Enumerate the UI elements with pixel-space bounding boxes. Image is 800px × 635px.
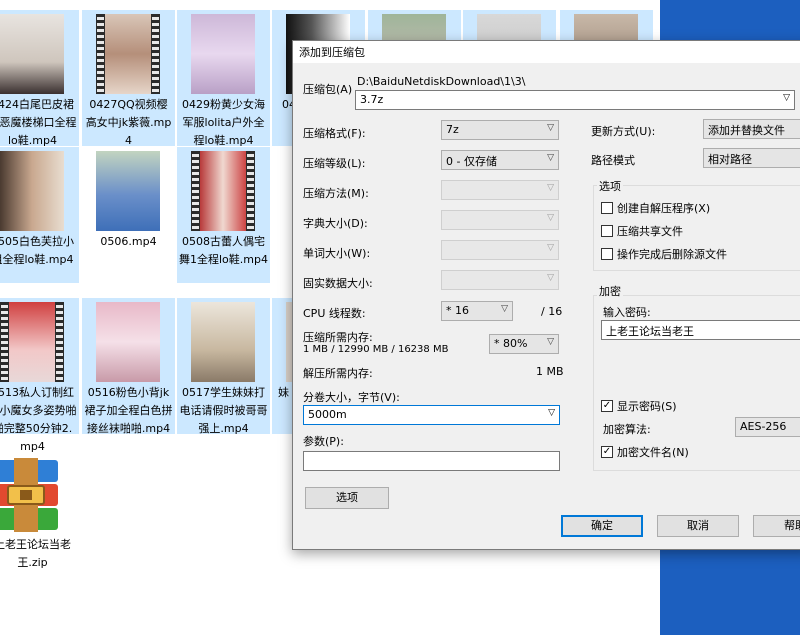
encryption-group-title: 加密 [597, 283, 623, 299]
word-label: 单词大小(W): [303, 247, 371, 260]
path-mode-select[interactable]: 相对路径 [703, 148, 800, 168]
cpu-select[interactable]: * 16 ▽ [441, 301, 513, 321]
file-item[interactable]: 0429粉黄少女海军服lolita户外全程lo鞋.mp4 [177, 10, 270, 147]
chevron-down-icon: ▽ [547, 153, 554, 163]
video-thumbnail [0, 151, 64, 231]
cpu-total: / 16 [541, 305, 563, 318]
options-button[interactable]: 选项 [305, 487, 389, 509]
chevron-down-icon: ▽ [547, 123, 554, 133]
file-item[interactable]: 0513私人订制红色小魔女多姿势啪啪完整50分钟2.mp4 [0, 298, 79, 453]
chevron-down-icon: ▽ [547, 273, 554, 283]
desktop: 0424白尾巴皮裙小恶魔楼梯口全程lo鞋.mp4 0427QQ视频樱高女中jk紫… [0, 0, 800, 635]
file-item[interactable]: 0516粉色小背jk裙子加全程白色拼接丝袜啪啪.mp4 [82, 298, 175, 435]
update-select[interactable]: 添加并替换文件 [703, 119, 800, 139]
checkbox-box [601, 225, 613, 237]
checkmark-icon: ✓ [601, 400, 613, 412]
password-label: 输入密码: [603, 306, 651, 319]
chevron-down-icon: ▽ [547, 213, 554, 223]
params-label: 参数(P): [303, 435, 344, 448]
video-thumbnail [0, 302, 64, 382]
enc-method-label: 加密算法: [603, 423, 651, 436]
checkbox-box [601, 248, 613, 260]
format-select[interactable]: 7z ▽ [441, 120, 559, 140]
chevron-down-icon: ▽ [547, 243, 554, 253]
archive-name-combo[interactable]: 3.7z ▽ [355, 90, 795, 110]
split-label: 分卷大小，字节(V): [303, 391, 400, 404]
level-select[interactable]: 0 - 仅存储 ▽ [441, 150, 559, 170]
solid-label: 固实数据大小: [303, 277, 373, 290]
mem-percent-select[interactable]: * 80% ▽ [489, 334, 559, 354]
chevron-down-icon: ▽ [548, 408, 555, 418]
method-select[interactable]: ▽ [441, 180, 559, 200]
dict-select[interactable]: ▽ [441, 210, 559, 230]
cancel-button[interactable]: 取消 [657, 515, 739, 537]
mem-label: 压缩所需内存: [303, 331, 373, 344]
chevron-down-icon: ▽ [501, 304, 508, 314]
enc-method-select[interactable]: AES-256 [735, 417, 800, 437]
checkbox-box [601, 202, 613, 214]
video-thumbnail [96, 302, 160, 382]
ok-button[interactable]: 确定 [561, 515, 643, 537]
update-label: 更新方式(U): [591, 125, 656, 138]
video-thumbnail [0, 14, 64, 94]
help-button[interactable]: 帮助 [753, 515, 800, 537]
method-label: 压缩方法(M): [303, 187, 369, 200]
sfx-checkbox[interactable]: 创建自解压程序(X) [601, 200, 710, 216]
password-input[interactable]: 上老王论坛当老王 [601, 320, 800, 340]
video-thumbnail [96, 14, 160, 94]
path-label: 路径模式 [591, 154, 635, 167]
level-label: 压缩等级(L): [303, 157, 366, 170]
file-item[interactable]: 0517学生妹妹打电话请假时被哥哥强上.mp4 [177, 298, 270, 435]
winrar-archive-icon [0, 458, 58, 532]
split-size-combo[interactable]: 5000m ▽ [303, 405, 560, 425]
file-item[interactable]: 上老王论坛当老王.zip [0, 450, 79, 586]
format-label: 压缩格式(F): [303, 127, 366, 140]
file-item[interactable]: 0427QQ视频樱高女中jk紫薇.mp4 [82, 10, 175, 147]
delete-after-checkbox[interactable]: 操作完成后删除源文件 [601, 246, 727, 262]
file-item[interactable]: 0506.mp4 [82, 147, 175, 283]
archive-path: D:\BaiduNetdiskDownload\1\3\ [357, 75, 526, 88]
file-item[interactable]: 0505白色芙拉小姐全程lo鞋.mp4 [0, 147, 79, 283]
mem-value: 1 MB / 12990 MB / 16238 MB [303, 344, 449, 355]
video-thumbnail [191, 302, 255, 382]
cpu-label: CPU 线程数: [303, 307, 366, 320]
file-item[interactable]: 0424白尾巴皮裙小恶魔楼梯口全程lo鞋.mp4 [0, 10, 79, 147]
file-item[interactable]: 0508古蕾人偶宅舞1全程lo鞋.mp4 [177, 147, 270, 283]
solid-select[interactable]: ▽ [441, 270, 559, 290]
decomp-value: 1 MB [536, 365, 564, 378]
video-thumbnail [96, 151, 160, 231]
encrypt-filenames-checkbox[interactable]: ✓ 加密文件名(N) [601, 444, 689, 460]
dict-label: 字典大小(D): [303, 217, 368, 230]
video-thumbnail [191, 151, 255, 231]
checkmark-icon: ✓ [601, 446, 613, 458]
chevron-down-icon: ▽ [547, 183, 554, 193]
word-select[interactable]: ▽ [441, 240, 559, 260]
decomp-label: 解压所需内存: [303, 367, 373, 380]
video-thumbnail [191, 14, 255, 94]
archive-label: 压缩包(A) [303, 83, 353, 96]
shared-files-checkbox[interactable]: 压缩共享文件 [601, 223, 683, 239]
chevron-down-icon: ▽ [547, 337, 554, 347]
chevron-down-icon: ▽ [783, 93, 790, 103]
params-input[interactable] [303, 451, 560, 471]
add-to-archive-dialog: 添加到压缩包 压缩包(A) D:\BaiduNetdiskDownload\1\… [292, 40, 800, 550]
dialog-title: 添加到压缩包 [293, 41, 800, 63]
options-group-title: 选项 [597, 178, 623, 194]
show-password-checkbox[interactable]: ✓ 显示密码(S) [601, 398, 677, 414]
